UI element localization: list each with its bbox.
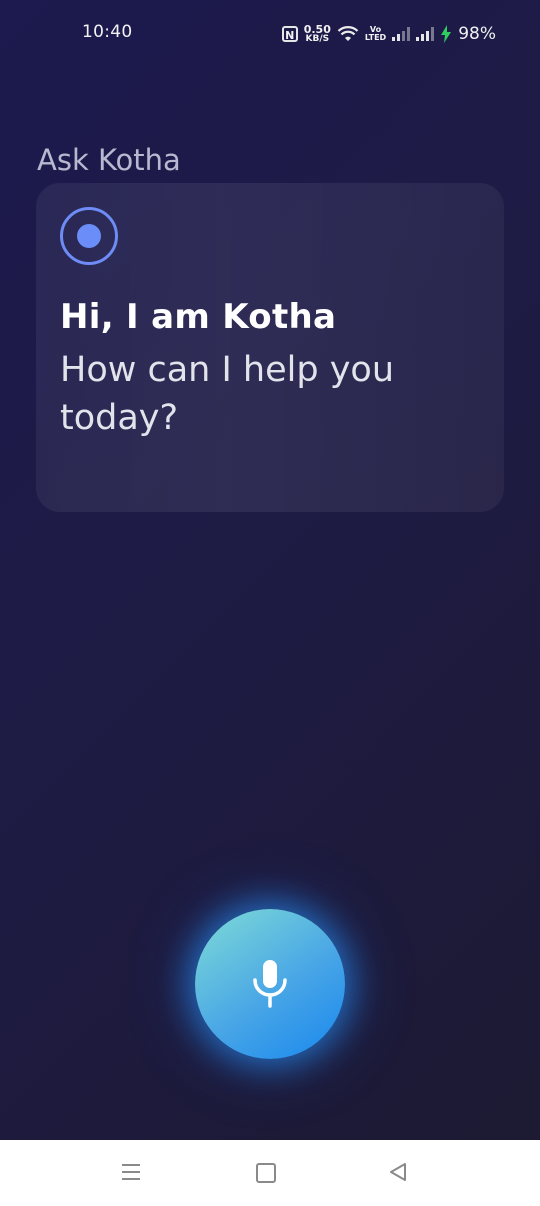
assistant-card: Hi, I am Kotha How can I help you today? bbox=[36, 183, 504, 512]
back-icon[interactable] bbox=[389, 1162, 407, 1186]
page-title: Ask Kotha bbox=[37, 143, 181, 177]
volte-bottom-label: LTED bbox=[364, 33, 387, 42]
network-speed: 0.50 KB/S bbox=[304, 24, 331, 44]
assistant-greeting: Hi, I am Kotha bbox=[60, 297, 337, 337]
signal-icon bbox=[416, 27, 435, 41]
menu-icon[interactable] bbox=[122, 1164, 140, 1185]
charging-bolt-icon bbox=[440, 25, 452, 43]
microphone-icon bbox=[253, 960, 287, 1008]
signal-icon bbox=[392, 27, 411, 41]
system-nav-bar bbox=[0, 1140, 540, 1206]
nfc-icon: N bbox=[281, 26, 298, 42]
assistant-orb-icon bbox=[60, 207, 118, 265]
battery-percentage: 98% bbox=[458, 24, 496, 44]
status-bar: 10:40 N 0.50 KB/S Vo LTED 98% bbox=[0, 0, 540, 70]
home-icon[interactable] bbox=[256, 1163, 276, 1183]
status-time: 10:40 bbox=[82, 22, 133, 42]
microphone-button[interactable] bbox=[195, 909, 345, 1059]
wifi-icon bbox=[337, 25, 359, 43]
volte-icon: Vo LTED bbox=[365, 26, 386, 42]
orb-dot bbox=[77, 224, 101, 248]
network-speed-unit: KB/S bbox=[305, 34, 330, 44]
app-screen: 10:40 N 0.50 KB/S Vo LTED 98% Ask Kotha … bbox=[0, 0, 540, 1140]
assistant-prompt: How can I help you today? bbox=[60, 350, 395, 438]
status-icons: N 0.50 KB/S Vo LTED 98% bbox=[281, 22, 496, 46]
